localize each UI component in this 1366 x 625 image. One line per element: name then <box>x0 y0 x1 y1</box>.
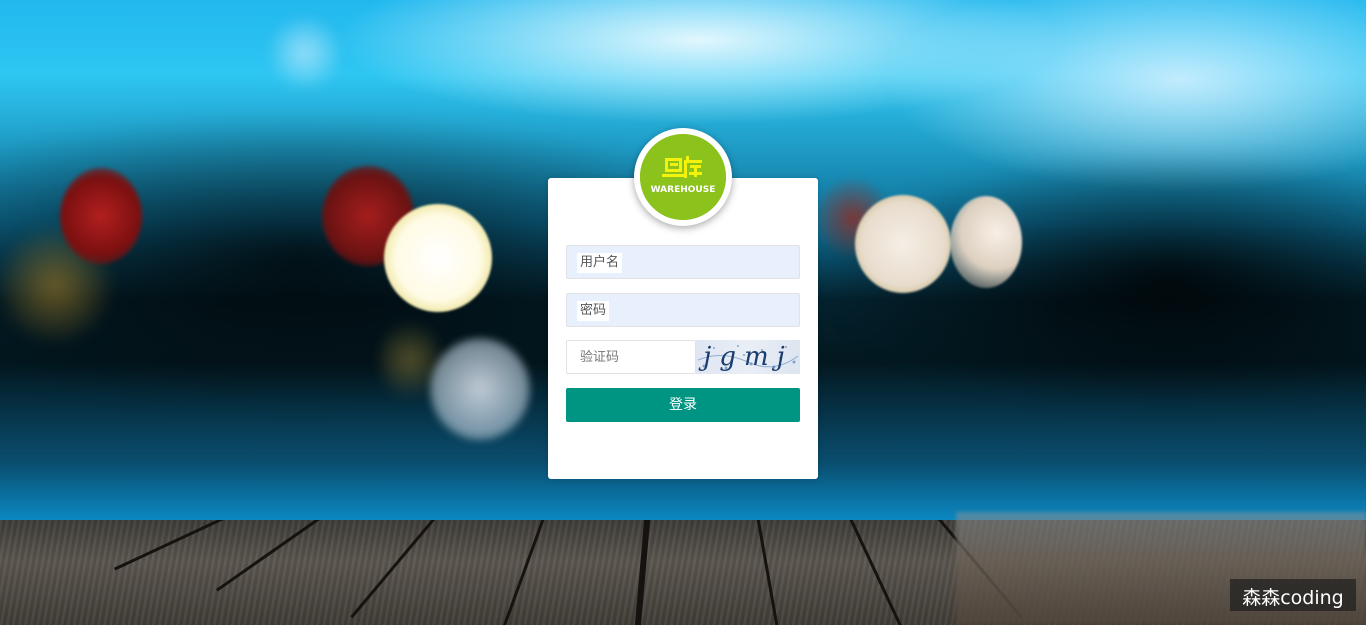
captcha-image[interactable]: jgmj <box>696 340 800 374</box>
username-input[interactable]: 用户名 <box>566 245 800 279</box>
warehouse-logo: WAREHOUSE <box>640 134 726 220</box>
login-button[interactable]: 登录 <box>566 388 800 422</box>
bokeh-light <box>950 196 1022 288</box>
password-placeholder: 密码 <box>577 301 610 321</box>
captcha-placeholder: 验证码 <box>580 350 620 365</box>
bokeh-light <box>855 195 951 293</box>
captcha-text: jgmj <box>703 342 793 372</box>
warehouse-logo-icon: WAREHOUSE <box>640 134 726 220</box>
captcha-input[interactable]: 验证码 <box>566 340 696 374</box>
bokeh-light <box>430 338 530 440</box>
bokeh-light <box>270 18 340 88</box>
username-placeholder: 用户名 <box>577 253 623 273</box>
password-input[interactable]: 密码 <box>566 293 800 327</box>
bokeh-light <box>384 204 492 312</box>
watermark: 森森coding <box>1230 579 1356 611</box>
logo-text: WAREHOUSE <box>651 185 716 195</box>
logo-badge: WAREHOUSE <box>634 128 732 226</box>
bokeh-light <box>60 168 142 264</box>
